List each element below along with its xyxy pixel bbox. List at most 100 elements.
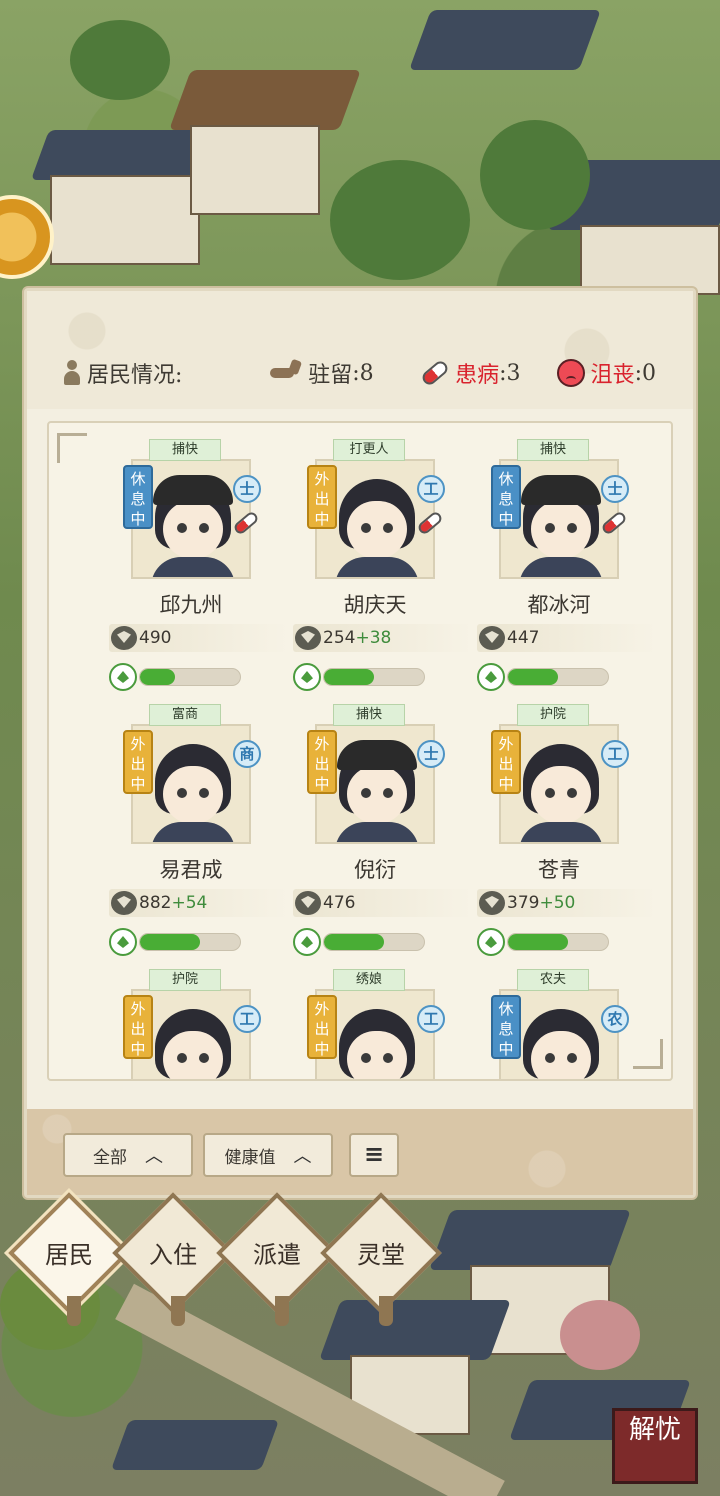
stationed-label: 驻留	[308, 363, 353, 388]
health-row	[293, 928, 473, 956]
panel-footer: 全部 ︿ 健康值 ︿ ≡	[27, 1109, 693, 1195]
house-wall	[190, 125, 320, 215]
vitality-value: 882	[139, 893, 172, 913]
resident-card[interactable]: 捕快 休息中 士都冰河 447	[477, 439, 661, 704]
eye	[567, 788, 577, 798]
health-icon	[293, 928, 321, 956]
tree	[70, 20, 170, 100]
health-row	[293, 663, 473, 691]
resident-name: 倪衍	[354, 858, 396, 882]
resident-name: 易君成	[159, 858, 223, 882]
resident-list[interactable]: 捕快 休息中士邱九州 490 打更人 外出中工胡庆天 254 +38 捕快 休息中士都冰河 447…	[47, 421, 673, 1081]
eye	[199, 523, 209, 533]
status-badge: 休息中	[123, 465, 153, 529]
roof	[110, 1420, 280, 1470]
depressed-stat: 沮丧 :0	[556, 357, 663, 389]
vitality-bonus: +50	[539, 893, 576, 913]
official-hat	[153, 475, 233, 505]
health-bar	[507, 933, 609, 951]
stationed-stat: 驻留 :8	[266, 357, 421, 389]
robe	[151, 557, 235, 577]
status-badge: 外出中	[491, 730, 521, 794]
eye	[361, 788, 371, 798]
sort-order-button[interactable]: ≡	[349, 1133, 399, 1177]
resident-card[interactable]: 农夫 休息中 农	[477, 969, 661, 1079]
face	[163, 766, 223, 824]
tree	[330, 160, 470, 280]
class-badge: 士	[601, 475, 629, 503]
tab-tassel	[171, 1296, 185, 1326]
resident-card[interactable]: 捕快 外出中 士倪衍 476	[293, 704, 477, 969]
eye	[383, 1053, 393, 1063]
filter-all-dropdown[interactable]: 全部 ︿	[63, 1133, 193, 1177]
role-tag: 富商	[149, 704, 221, 726]
depressed-value: :0	[634, 360, 656, 386]
vitality-value: 490	[139, 628, 172, 648]
eye	[383, 788, 393, 798]
eye	[567, 523, 577, 533]
health-bar	[139, 668, 241, 686]
official-hat	[337, 740, 417, 770]
health-bar	[323, 933, 425, 951]
health-row	[109, 928, 289, 956]
sick-stat: 患病 :3	[419, 357, 556, 389]
vitality-value: 254	[323, 628, 356, 648]
health-icon	[477, 928, 505, 956]
vitality-row: 476	[293, 889, 473, 917]
vitality-icon	[295, 626, 321, 650]
eye	[361, 1053, 371, 1063]
resident-card[interactable]: 绣娘 外出中 工	[293, 969, 477, 1079]
face	[163, 501, 223, 559]
role-tag: 捕快	[149, 439, 221, 461]
resident-card[interactable]: 富商 外出中 商易君成 882 +54	[109, 704, 293, 969]
resident-label-text: 居民情况:	[87, 363, 183, 388]
roof	[319, 1300, 511, 1360]
vitality-value: 379	[507, 893, 540, 913]
health-bar	[139, 933, 241, 951]
status-badge: 外出中	[123, 730, 153, 794]
class-badge: 工	[601, 740, 629, 768]
filter-health-dropdown[interactable]: 健康值 ︿	[203, 1133, 333, 1177]
health-icon	[293, 663, 321, 691]
resident-card[interactable]: 护院 外出中 工苍青 379 +50	[477, 704, 661, 969]
eye	[545, 788, 555, 798]
vitality-row: 447	[477, 624, 657, 652]
sick-value: :3	[499, 360, 521, 386]
eye	[567, 1053, 577, 1063]
resident-panel: 居民情况: 驻留 :8 患病 :3 沮丧 :0 捕快 休息中士邱九州 490 打更人外…	[24, 288, 696, 1198]
vitality-icon	[479, 891, 505, 915]
stationed-value: :8	[352, 360, 374, 386]
horse-icon	[266, 360, 302, 386]
resident-card[interactable]: 护院 外出中 工	[109, 969, 293, 1079]
vitality-icon	[111, 626, 137, 650]
vitality-row: 490	[109, 624, 289, 652]
corner-ornament	[57, 433, 87, 463]
status-badge: 外出中	[123, 995, 153, 1059]
role-tag: 打更人	[333, 439, 405, 461]
status-badge: 休息中	[491, 995, 521, 1059]
health-bar-fill	[140, 934, 200, 950]
chevron-up-icon: ︿	[293, 1146, 312, 1167]
tab-tassel	[67, 1296, 81, 1326]
seal-text: 解忧	[628, 1415, 681, 1445]
health-bar-fill	[508, 934, 568, 950]
resident-name: 苍青	[538, 858, 580, 882]
face	[347, 1031, 407, 1079]
status-badge: 休息中	[491, 465, 521, 529]
role-tag: 捕快	[517, 439, 589, 461]
resident-card[interactable]: 捕快 休息中 士邱九州 490	[109, 439, 293, 704]
sick-label: 患病	[455, 363, 500, 388]
jieyou-seal-button[interactable]: 解忧	[612, 1408, 698, 1484]
class-badge: 工	[233, 1005, 261, 1033]
house-wall	[50, 175, 200, 265]
vitality-icon	[295, 891, 321, 915]
class-badge: 士	[417, 740, 445, 768]
eye	[177, 523, 187, 533]
eye	[545, 523, 555, 533]
resident-card[interactable]: 打更人 外出中 工胡庆天 254 +38	[293, 439, 477, 704]
tab-tassel	[275, 1296, 289, 1326]
vitality-row: 882 +54	[109, 889, 289, 917]
status-badge: 外出中	[307, 465, 337, 529]
role-tag: 捕快	[333, 704, 405, 726]
health-bar-fill	[508, 669, 558, 685]
